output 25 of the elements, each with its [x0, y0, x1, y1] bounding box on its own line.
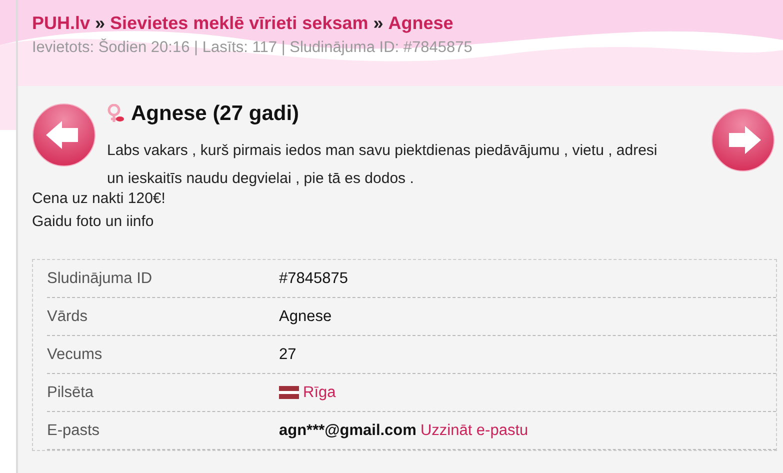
post-meta: Ievietots: Šodien 20:16 | Lasīts: 117 | Sludinājuma ID: #7845875	[32, 39, 474, 57]
breadcrumb-separator: »	[373, 13, 384, 33]
breadcrumb-link[interactable]: PUH.lv	[32, 13, 90, 33]
ad-text: Cena uz nakti 120€!	[32, 189, 166, 209]
ad-text: Gaidu foto un iinfo	[32, 212, 155, 232]
reveal-email-link[interactable]: Uzzināt e-pastu	[420, 422, 528, 440]
field-label: Pilsēta	[47, 384, 95, 402]
breadcrumb-link[interactable]: Sievietes meklē vīrieti seksam	[110, 13, 368, 33]
ad-description: Labs vakars , kurš pirmais iedos man savu piektdienas piedāvājumu , vietu , adresi un ieskaitīs naudu degvielai , pie tā es dodos .	[107, 141, 658, 189]
field-value: #7845875	[279, 270, 348, 288]
field-label: Sludinājuma ID	[47, 270, 154, 288]
next-button[interactable]	[711, 108, 775, 172]
breadcrumb-link[interactable]: Agnese	[388, 13, 454, 33]
breadcrumb-separator: »	[95, 13, 106, 33]
field-label: Vecums	[47, 346, 104, 364]
field-value: Agnese	[279, 308, 332, 326]
field-label: Vārds	[47, 308, 88, 326]
email-text: agn***@gmail.com	[279, 422, 416, 440]
ad-title: Agnese (27 gadi)	[131, 102, 300, 126]
field-label: E-pasts	[47, 422, 101, 440]
previous-button[interactable]	[32, 103, 96, 167]
city-link[interactable]: Rīga	[303, 384, 336, 402]
field-value: 27	[279, 346, 296, 364]
flag-icon	[279, 386, 299, 399]
female-icon	[107, 104, 125, 124]
